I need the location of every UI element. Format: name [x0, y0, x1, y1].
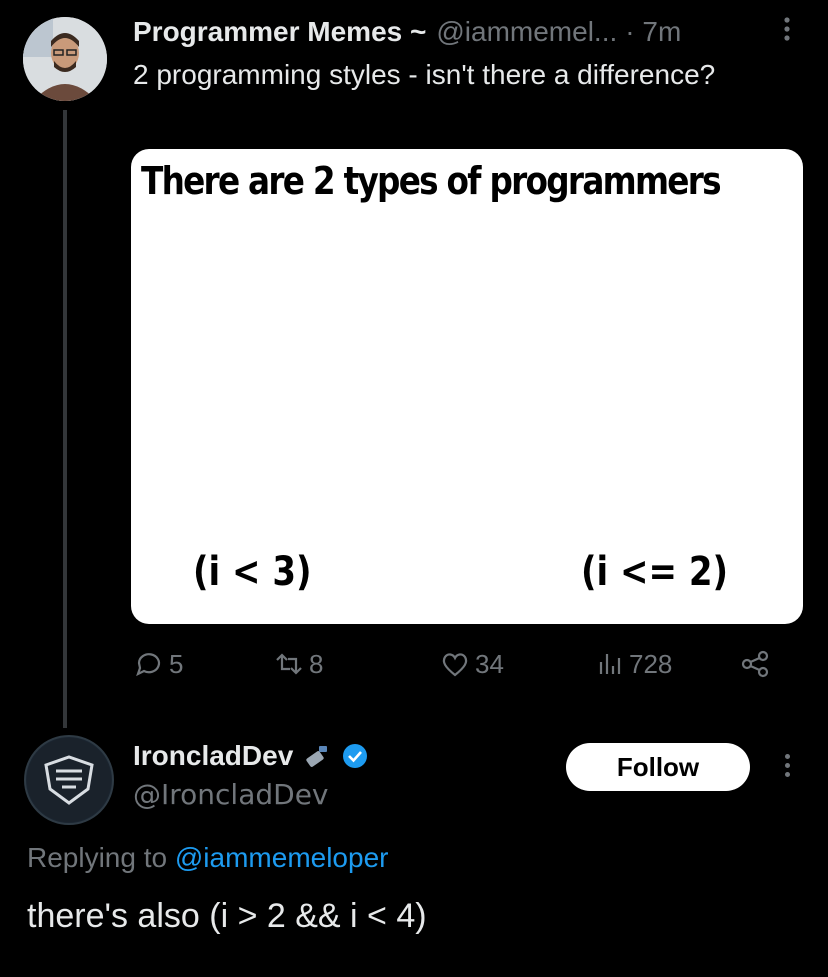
author-avatar[interactable] — [23, 17, 107, 101]
retweet-count: 8 — [309, 648, 324, 679]
more-options-icon[interactable] — [782, 750, 792, 780]
view-count: 728 — [629, 648, 673, 679]
robot-emoji-icon — [306, 746, 328, 767]
tweet-text: 2 programming styles - isn't there a dif… — [133, 59, 716, 90]
reply-author-avatar[interactable] — [24, 735, 114, 825]
tweet-time[interactable]: · 7m — [625, 16, 681, 48]
author-name[interactable]: Programmer Memes ~ — [133, 16, 426, 48]
reply-author-name-row: IroncladDev — [133, 740, 369, 772]
thread-connector-line — [63, 110, 67, 728]
like-count: 34 — [475, 648, 504, 679]
views-icon — [599, 654, 621, 674]
views-button[interactable]: 728 — [593, 648, 672, 680]
reply-text: there's also (i > 2 && i < 4) — [27, 897, 427, 935]
heart-icon — [442, 653, 468, 677]
reply-button[interactable]: 5 — [133, 648, 183, 680]
reply-author-handle[interactable]: @IroncladDev — [133, 778, 329, 811]
verified-badge-icon — [343, 744, 368, 768]
share-button[interactable] — [739, 648, 771, 680]
reply-author-name[interactable]: IroncladDev — [133, 740, 293, 772]
retweet-icon — [276, 653, 302, 675]
more-options-icon[interactable] — [782, 14, 792, 51]
reply-icon — [136, 653, 161, 677]
share-icon — [741, 650, 769, 678]
meme-left-caption: (i < 3) — [193, 549, 312, 595]
replying-to: Replying to @iammemeloper — [27, 842, 388, 874]
follow-button[interactable]: Follow — [566, 743, 750, 791]
replying-prefix: Replying to — [27, 842, 168, 873]
tweet-actions: 5 8 34 728 — [133, 648, 783, 688]
meme-right-caption: (i <= 2) — [581, 549, 729, 595]
like-button[interactable]: 34 — [439, 648, 504, 680]
replying-mention-link[interactable]: @iammemeloper — [175, 842, 389, 873]
retweet-button[interactable]: 8 — [273, 648, 323, 680]
author-handle[interactable]: @iammemel... — [436, 16, 617, 48]
tweet-header: Programmer Memes ~ @iammemel... · 7m — [133, 14, 813, 50]
meme-image[interactable]: There are 2 types of programmers (i < 3)… — [131, 149, 803, 624]
meme-title: There are 2 types of programmers — [141, 159, 722, 203]
reply-count: 5 — [169, 648, 184, 679]
